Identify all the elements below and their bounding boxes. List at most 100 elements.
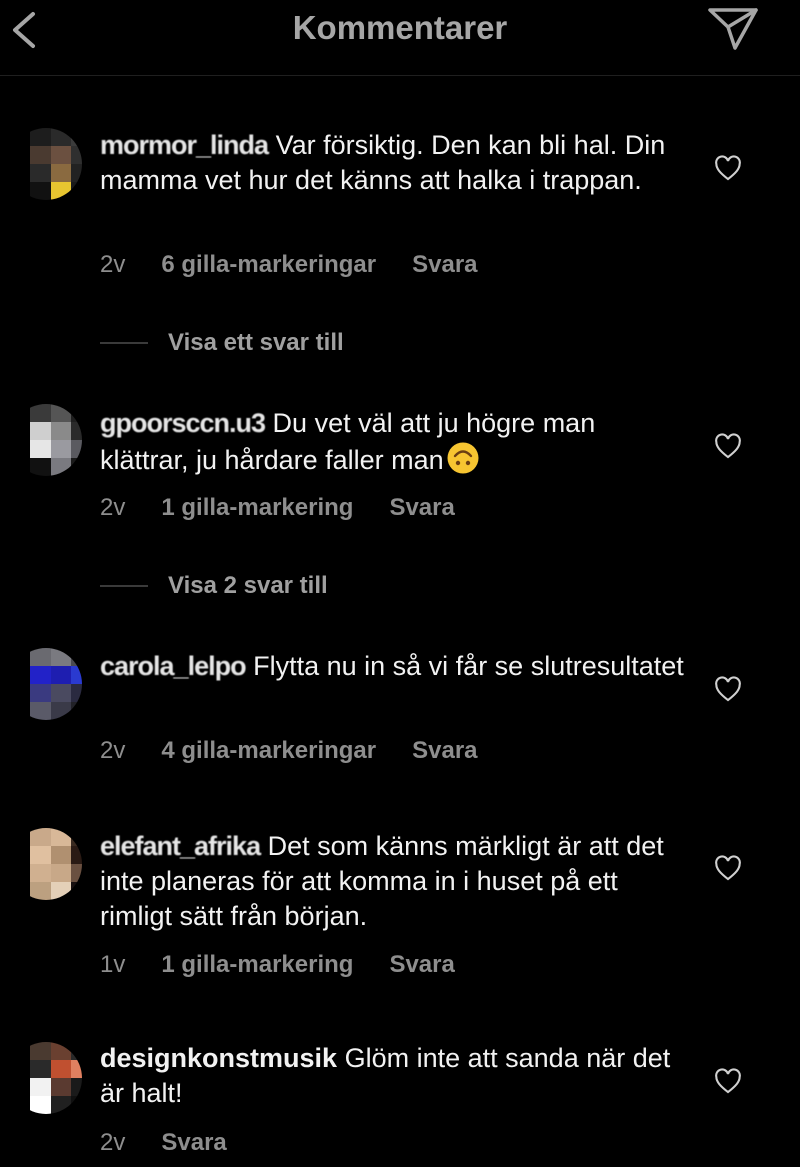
comment-username[interactable]: elefant_afrika xyxy=(100,831,261,861)
heart-icon xyxy=(715,676,741,702)
comment-username[interactable]: designkonstmusik xyxy=(100,1043,337,1073)
avatar-pixel xyxy=(50,146,72,164)
avatar-pixel xyxy=(71,182,82,200)
avatar-pixel xyxy=(71,1096,82,1114)
avatar-pixel xyxy=(30,666,51,684)
avatar-pixel xyxy=(50,1096,72,1114)
like-button[interactable] xyxy=(708,148,748,188)
avatar-pixel xyxy=(50,1060,72,1078)
avatar-pixel xyxy=(30,828,51,846)
avatar[interactable] xyxy=(10,128,82,200)
heart-icon xyxy=(715,433,741,459)
avatar-pixel xyxy=(71,146,82,164)
avatar-pixel xyxy=(30,648,51,666)
avatar-pixel xyxy=(30,1060,51,1078)
avatar-pixel xyxy=(30,404,51,422)
avatar-pixel xyxy=(30,1042,51,1060)
avatar-pixel xyxy=(71,422,82,440)
reply-button[interactable]: Svara xyxy=(412,251,477,279)
avatar-pixel xyxy=(71,648,82,666)
avatar-pixel xyxy=(71,440,82,458)
avatar-pixel xyxy=(71,702,82,720)
reply-button[interactable]: Svara xyxy=(161,1129,226,1157)
avatar-pixel xyxy=(50,846,72,864)
avatar-pixel xyxy=(50,882,72,900)
view-replies-label: Visa 2 svar till xyxy=(168,572,328,599)
like-button[interactable] xyxy=(708,848,748,888)
page-title: Kommentarer xyxy=(292,9,508,46)
like-button[interactable] xyxy=(708,1061,748,1101)
comment-time: 2v xyxy=(100,251,126,278)
avatar-pixel xyxy=(30,146,51,164)
avatar[interactable] xyxy=(10,648,82,720)
avatar-pixel xyxy=(30,1096,51,1114)
header-bar: Kommentarer xyxy=(0,0,800,76)
comment-likes[interactable]: 6 gilla-markeringar xyxy=(161,251,376,279)
comment-likes[interactable]: 4 gilla-markeringar xyxy=(161,737,376,765)
avatar-pixel xyxy=(50,828,72,846)
heart-icon xyxy=(715,855,741,881)
avatar[interactable] xyxy=(10,404,82,476)
share-button[interactable] xyxy=(706,4,760,52)
avatar-pixel xyxy=(30,684,51,702)
avatar-pixel xyxy=(71,1042,82,1060)
avatar-pixel xyxy=(50,702,72,720)
avatar-pixel xyxy=(50,666,72,684)
avatar[interactable] xyxy=(10,1042,82,1114)
comment-likes[interactable]: 1 gilla-markering xyxy=(161,494,353,522)
avatar[interactable] xyxy=(10,828,82,900)
avatar-pixel xyxy=(30,1078,51,1096)
paper-plane-icon xyxy=(708,8,758,50)
comment-time: 1v xyxy=(100,951,126,978)
heart-icon xyxy=(715,1068,741,1094)
avatar-pixel xyxy=(30,882,51,900)
avatar-pixel xyxy=(50,648,72,666)
avatar-pixel xyxy=(50,684,72,702)
avatar-pixel xyxy=(50,440,72,458)
avatar-pixel xyxy=(50,164,72,182)
reply-button[interactable]: Svara xyxy=(389,494,454,522)
like-button[interactable] xyxy=(708,669,748,709)
reply-button[interactable]: Svara xyxy=(389,951,454,979)
avatar-pixel xyxy=(30,182,51,200)
avatar-pixel xyxy=(71,458,82,476)
avatar-pixel xyxy=(50,422,72,440)
comment-username[interactable]: mormor_linda xyxy=(100,130,269,160)
avatar-pixel xyxy=(30,422,51,440)
avatar-pixel xyxy=(71,864,82,882)
reply-button[interactable]: Svara xyxy=(412,737,477,765)
avatar-pixel xyxy=(71,404,82,422)
comment-likes[interactable]: 1 gilla-markering xyxy=(161,951,353,979)
avatar-pixel xyxy=(71,1060,82,1078)
avatar-pixel xyxy=(30,702,51,720)
avatar-pixel xyxy=(50,404,72,422)
comment-time: 2v xyxy=(100,494,126,521)
avatar-pixel xyxy=(30,440,51,458)
heart-icon xyxy=(715,155,741,181)
like-button[interactable] xyxy=(708,426,748,466)
comment-time: 2v xyxy=(100,1129,126,1156)
avatar-pixel xyxy=(71,666,82,684)
view-replies-button[interactable]: Visa ett svar till xyxy=(100,329,344,357)
avatar-pixel xyxy=(30,864,51,882)
avatar-pixel xyxy=(50,1042,72,1060)
avatar-pixel xyxy=(71,128,82,146)
avatar-pixel xyxy=(71,846,82,864)
comment-time: 2v xyxy=(100,737,126,764)
view-replies-label: Visa ett svar till xyxy=(168,329,344,356)
view-replies-button[interactable]: Visa 2 svar till xyxy=(100,572,328,600)
comment-username[interactable]: gpoorsccn.u3 xyxy=(100,408,266,438)
avatar-pixel xyxy=(30,846,51,864)
upside-down-face-icon xyxy=(447,442,479,474)
divider xyxy=(100,585,148,587)
avatar-pixel xyxy=(50,182,72,200)
avatar-pixel xyxy=(71,1078,82,1096)
avatar-pixel xyxy=(50,864,72,882)
avatar-pixel xyxy=(71,164,82,182)
comment-username[interactable]: carola_lelpo xyxy=(100,651,247,681)
avatar-pixel xyxy=(50,1078,72,1096)
avatar-pixel xyxy=(50,128,72,146)
avatar-pixel xyxy=(30,128,51,146)
avatar-pixel xyxy=(30,458,51,476)
avatar-pixel xyxy=(71,828,82,846)
